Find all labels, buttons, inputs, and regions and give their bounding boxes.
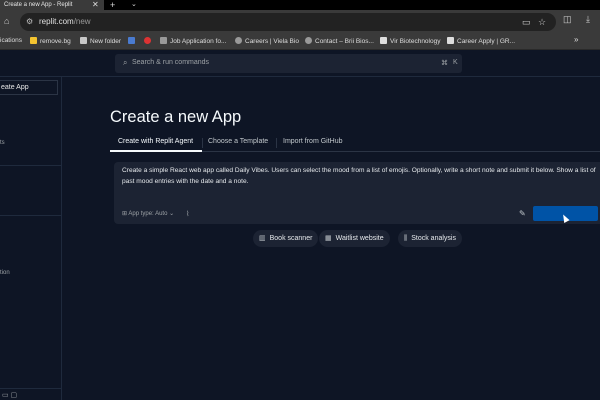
bookmark-item[interactable]: Career Apply | GR...: [447, 37, 515, 45]
url-text: replit.com/new: [39, 17, 91, 26]
create-app-label: eate App: [1, 84, 29, 91]
calendar-icon: ▦: [325, 235, 332, 242]
cast-icon[interactable]: ▭: [522, 17, 531, 28]
bookmark-item[interactable]: Vir Biotechnology: [380, 37, 440, 45]
prompt-text: Create a simple React web app called Dai…: [122, 167, 596, 185]
folder-icon: [80, 37, 87, 44]
tab-divider: [276, 138, 277, 148]
search-icon: ⌕: [123, 58, 128, 67]
browser-tab-strip: Create a new App - Replit ✕ + ⌄: [0, 0, 600, 10]
browser-tab[interactable]: Create a new App - Replit: [0, 0, 104, 10]
suggestion-chip[interactable]: ▦ Waitlist website: [319, 230, 390, 247]
replit-app: ⌕ Search & run commands ⌘ K eate App ts …: [0, 50, 600, 400]
bookmarks-bar: ications remove.bg New folder Job Applic…: [0, 34, 600, 50]
bookmark-item[interactable]: [128, 37, 138, 45]
tab-import-github[interactable]: Import from GitHub: [283, 138, 343, 145]
gear-icon: [305, 37, 312, 44]
book-icon: ▥: [259, 235, 266, 242]
tab-divider: [202, 138, 203, 148]
chart-icon: ⫼: [404, 235, 408, 242]
browser-tab-title: Create a new App - Replit: [4, 2, 73, 8]
sidebar-divider: [0, 388, 62, 389]
removebg-icon: [30, 37, 37, 44]
magic-wand-icon[interactable]: ✎: [519, 209, 526, 218]
tab-menu-button[interactable]: ⌄: [131, 0, 137, 10]
bookmark-item[interactable]: remove.bg: [30, 37, 71, 45]
close-icon[interactable]: ✕: [92, 0, 99, 10]
paperclip-icon[interactable]: ⌇: [186, 210, 189, 218]
extensions-icon[interactable]: ◫: [563, 14, 572, 25]
download-icon[interactable]: ⤓: [586, 14, 590, 25]
bookmark-red-icon: [144, 37, 151, 44]
sidebar-divider: [0, 165, 62, 166]
sidebar: eate App ts tion: [0, 77, 62, 400]
shortcut-k: K: [453, 59, 458, 66]
app-type-select[interactable]: ⊞ App type: Auto ⌄: [122, 210, 174, 217]
search-placeholder: Search & run commands: [132, 59, 210, 66]
sidebar-item[interactable]: ts: [0, 140, 5, 146]
prompt-textarea[interactable]: Create a simple React web app called Dai…: [114, 162, 600, 224]
home-icon[interactable]: ⌂: [4, 16, 14, 26]
command-search[interactable]: ⌕ Search & run commands ⌘ K: [115, 54, 462, 73]
tab-choose-template[interactable]: Choose a Template: [208, 138, 268, 145]
suggestion-chip[interactable]: ▥ Book scanner: [253, 230, 319, 247]
site-settings-icon[interactable]: ⚙: [26, 17, 33, 26]
shortcut-cmd: ⌘: [441, 60, 448, 67]
chevron-down-icon: ⌄: [169, 211, 175, 217]
bookmarks-more-button[interactable]: »: [574, 35, 578, 44]
creation-tabs: Create with Replit Agent Choose a Templa…: [110, 133, 600, 152]
browser-toolbar: ⌂ ⚙ replit.com/new ▭ ☆ ◫ ⤓: [0, 10, 600, 34]
bookmark-item[interactable]: ications: [0, 37, 22, 44]
document-icon: [160, 37, 167, 44]
bookmark-icon: [128, 37, 135, 44]
app-top-bar: ⌕ Search & run commands ⌘ K: [0, 50, 600, 77]
bookmark-item[interactable]: Careers | Viela Bio: [235, 37, 299, 45]
bookmark-item[interactable]: Contact – Brii Bios...: [305, 37, 374, 45]
create-app-button[interactable]: eate App: [0, 80, 58, 95]
bookmark-item[interactable]: [144, 37, 154, 45]
tab-create-with-agent[interactable]: Create with Replit Agent: [118, 138, 193, 145]
vir-icon: [380, 37, 387, 44]
sidebar-item[interactable]: tion: [0, 270, 10, 276]
sidebar-divider: [0, 215, 62, 216]
sidebar-bottom-icons[interactable]: ▭ ▢: [2, 391, 17, 399]
page-title: Create a new App: [110, 108, 242, 126]
g-icon: [447, 37, 454, 44]
bookmark-item[interactable]: New folder: [80, 37, 121, 45]
suggestion-chip[interactable]: ⫼ Stock analysis: [398, 230, 462, 247]
active-tab-indicator: [110, 150, 202, 152]
new-tab-button[interactable]: +: [110, 0, 115, 10]
app-type-value: Auto: [155, 211, 168, 217]
address-bar[interactable]: ⚙ replit.com/new ▭ ☆: [20, 13, 556, 31]
star-icon[interactable]: ☆: [538, 17, 546, 28]
gear-icon: [235, 37, 242, 44]
bookmark-item[interactable]: Job Application fo...: [160, 37, 226, 45]
